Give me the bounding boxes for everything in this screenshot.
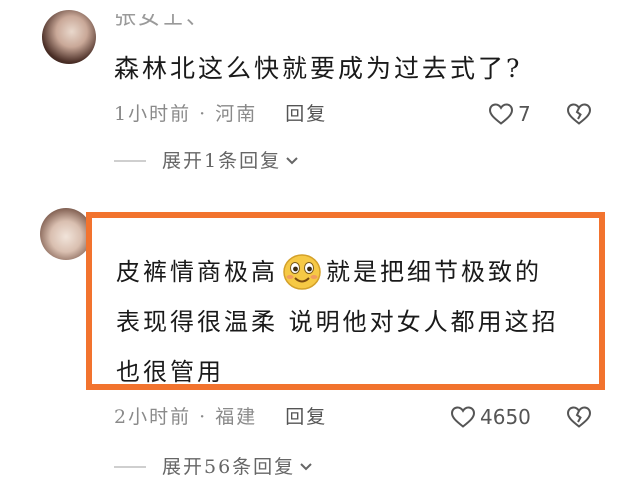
expand-replies-button[interactable]: 展开56条回复	[114, 455, 313, 479]
smiling-face-emoji-icon	[283, 254, 321, 290]
comment-text-line: 也很管用	[116, 358, 224, 386]
broken-heart-icon[interactable]	[566, 405, 592, 429]
divider	[114, 160, 146, 162]
avatar[interactable]	[40, 208, 92, 260]
like-count: 4650	[480, 405, 531, 429]
meta-separator: ·	[191, 103, 216, 125]
divider	[114, 466, 146, 468]
chevron-down-icon	[300, 463, 312, 471]
comment-time: 2小时前	[114, 406, 192, 428]
expand-replies-label: 展开1条回复	[162, 150, 282, 172]
comment-location: 福建	[215, 406, 258, 428]
chevron-down-icon	[286, 157, 298, 165]
comment-text-segment: 皮裤情商极高	[116, 258, 278, 286]
heart-outline-icon	[488, 103, 514, 125]
expand-replies-label: 展开56条回复	[162, 456, 296, 478]
comment-text-segment: 就是把细节极致的	[326, 258, 542, 286]
comment-text-line: 表现得很温柔 说明他对女人都用这招	[116, 308, 559, 336]
like-button[interactable]: 4650	[450, 405, 531, 429]
reply-button[interactable]: 回复	[285, 406, 327, 428]
comment-meta: 2小时前 · 福建 回复	[114, 405, 327, 429]
comment-username[interactable]: 张女士、	[114, 14, 210, 30]
avatar[interactable]	[42, 10, 96, 64]
heart-outline-icon	[450, 406, 476, 428]
reply-button[interactable]: 回复	[285, 103, 327, 125]
meta-separator: ·	[191, 406, 216, 428]
like-button[interactable]: 7	[488, 102, 531, 126]
comment-text-line: 皮裤情商极高 就是把细节极致的	[116, 253, 586, 291]
comment-time: 1小时前	[114, 103, 192, 125]
comment-meta: 1小时前 · 河南 回复	[114, 102, 327, 126]
comment-text: 森林北这么快就要成为过去式了?	[114, 54, 523, 83]
broken-heart-icon[interactable]	[566, 102, 592, 126]
expand-replies-button[interactable]: 展开1条回复	[114, 149, 299, 173]
like-count: 7	[518, 102, 531, 126]
comment-location: 河南	[215, 103, 258, 125]
